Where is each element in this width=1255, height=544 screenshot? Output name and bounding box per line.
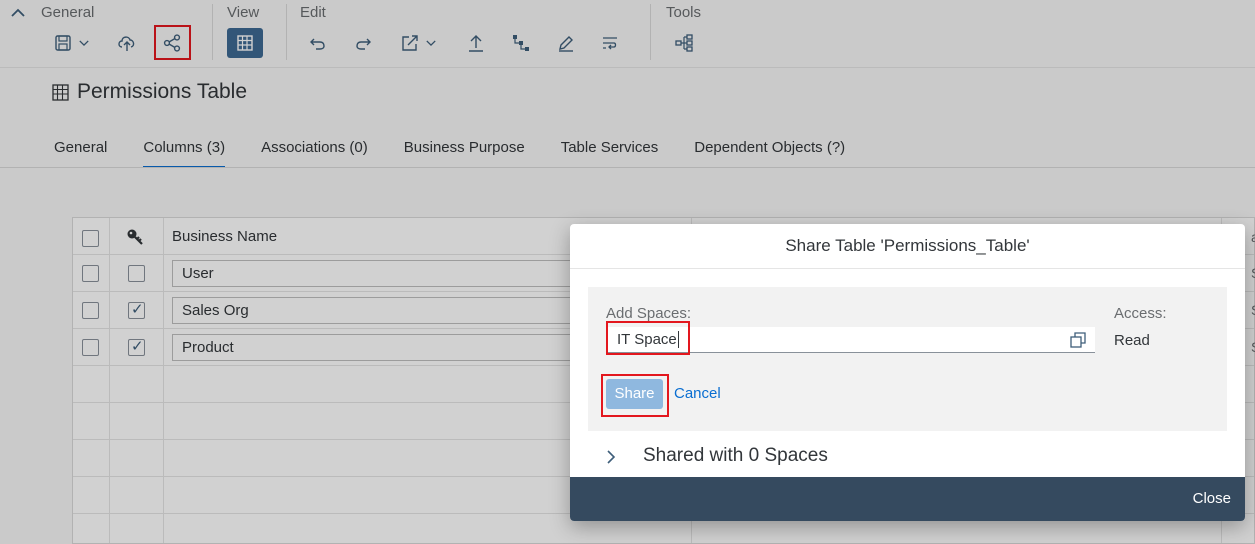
shared-with-panel[interactable]: Shared with 0 Spaces xyxy=(588,437,1227,477)
share-dialog: Share Table 'Permissions_Table' Add Spac… xyxy=(570,224,1245,521)
cancel-button[interactable]: Cancel xyxy=(674,385,721,402)
chevron-right-icon xyxy=(607,450,616,464)
shared-with-title: Shared with 0 Spaces xyxy=(643,445,828,466)
dialog-title: Share Table 'Permissions_Table' xyxy=(570,224,1245,269)
access-label: Access: xyxy=(1114,305,1167,322)
add-spaces-input-highlight xyxy=(606,321,690,355)
close-button[interactable]: Close xyxy=(1193,490,1231,507)
access-value: Read xyxy=(1114,332,1150,349)
add-spaces-label: Add Spaces: xyxy=(606,305,692,322)
dialog-footer: Close xyxy=(570,477,1245,521)
value-help-icon[interactable] xyxy=(1069,331,1087,349)
share-button-highlight xyxy=(601,374,669,417)
add-spaces-panel: Add Spaces: Access: IT Space Read Share … xyxy=(588,287,1227,431)
